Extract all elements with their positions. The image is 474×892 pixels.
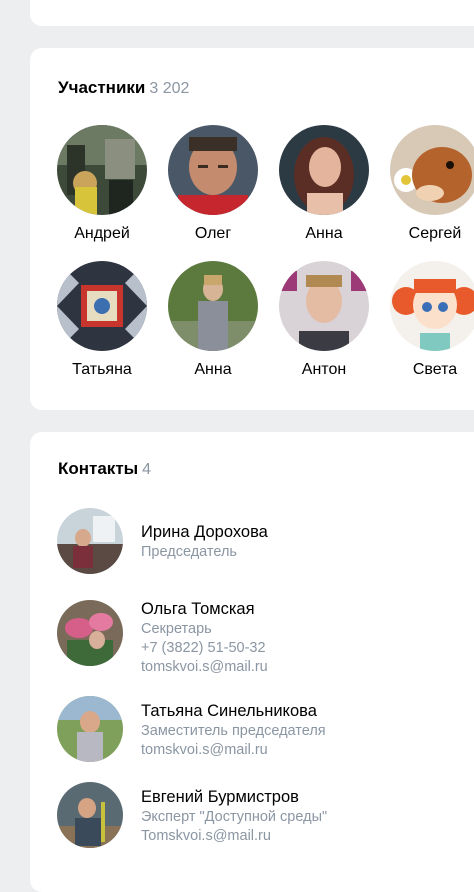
contact-email[interactable]: tomskvoi.s@mail.ru xyxy=(141,741,326,760)
contact-email[interactable]: Tomskvoi.s@mail.ru xyxy=(141,827,327,846)
member-name: Андрей xyxy=(74,225,130,242)
contacts-card: Контакты 4 Ирина Дорохова Председатель О… xyxy=(30,432,474,892)
members-count: 3 202 xyxy=(149,80,190,97)
avatar xyxy=(168,261,258,351)
member-item[interactable]: Антон xyxy=(279,261,369,379)
contact-role: Заместитель председателя xyxy=(141,723,326,739)
member-name: Анна xyxy=(194,361,232,378)
avatar xyxy=(57,600,123,666)
contacts-title: Контакты xyxy=(58,459,139,478)
avatar xyxy=(57,696,123,762)
member-item[interactable]: Татьяна xyxy=(57,261,147,379)
avatar xyxy=(57,508,123,574)
avatar xyxy=(390,125,474,215)
previous-card xyxy=(30,0,474,26)
contact-role: Секретарь xyxy=(141,621,212,637)
member-item[interactable]: Олег xyxy=(168,125,258,243)
contact-email[interactable]: tomskvoi.s@mail.ru xyxy=(141,658,268,677)
contacts-count: 4 xyxy=(142,461,152,478)
members-header[interactable]: Участники 3 202 xyxy=(58,78,189,98)
avatar xyxy=(57,782,123,848)
members-title: Участники xyxy=(58,78,146,97)
contact-name[interactable]: Евгений Бурмистров xyxy=(141,787,327,808)
contact-phone[interactable]: +7 (3822) 51-50-32 xyxy=(141,639,268,658)
avatar xyxy=(57,261,147,351)
member-name: Сергей xyxy=(408,225,462,242)
member-item[interactable]: Анна xyxy=(168,261,258,379)
avatar xyxy=(57,125,147,215)
member-name: Антон xyxy=(301,361,347,378)
members-card: Участники 3 202 Андрей Олег Анна Сергей … xyxy=(30,48,474,410)
member-item[interactable]: Андрей xyxy=(57,125,147,243)
member-name: Олег xyxy=(194,225,232,242)
avatar xyxy=(279,125,369,215)
contact-name[interactable]: Ольга Томская xyxy=(141,599,268,620)
member-item[interactable]: Света xyxy=(390,261,474,379)
contact-role: Председатель xyxy=(141,544,237,560)
member-name: Татьяна xyxy=(72,361,132,378)
avatar xyxy=(390,261,474,351)
member-item[interactable]: Сергей xyxy=(390,125,474,243)
contact-role: Эксперт "Доступной среды" xyxy=(141,809,328,825)
contact-name[interactable]: Татьяна Синельникова xyxy=(141,701,326,722)
member-name: Света xyxy=(412,361,458,378)
avatar xyxy=(168,125,258,215)
avatar xyxy=(279,261,369,351)
contact-name[interactable]: Ирина Дорохова xyxy=(141,522,268,543)
member-name: Анна xyxy=(305,225,343,242)
member-item[interactable]: Анна xyxy=(279,125,369,243)
contacts-header[interactable]: Контакты 4 xyxy=(58,459,151,479)
